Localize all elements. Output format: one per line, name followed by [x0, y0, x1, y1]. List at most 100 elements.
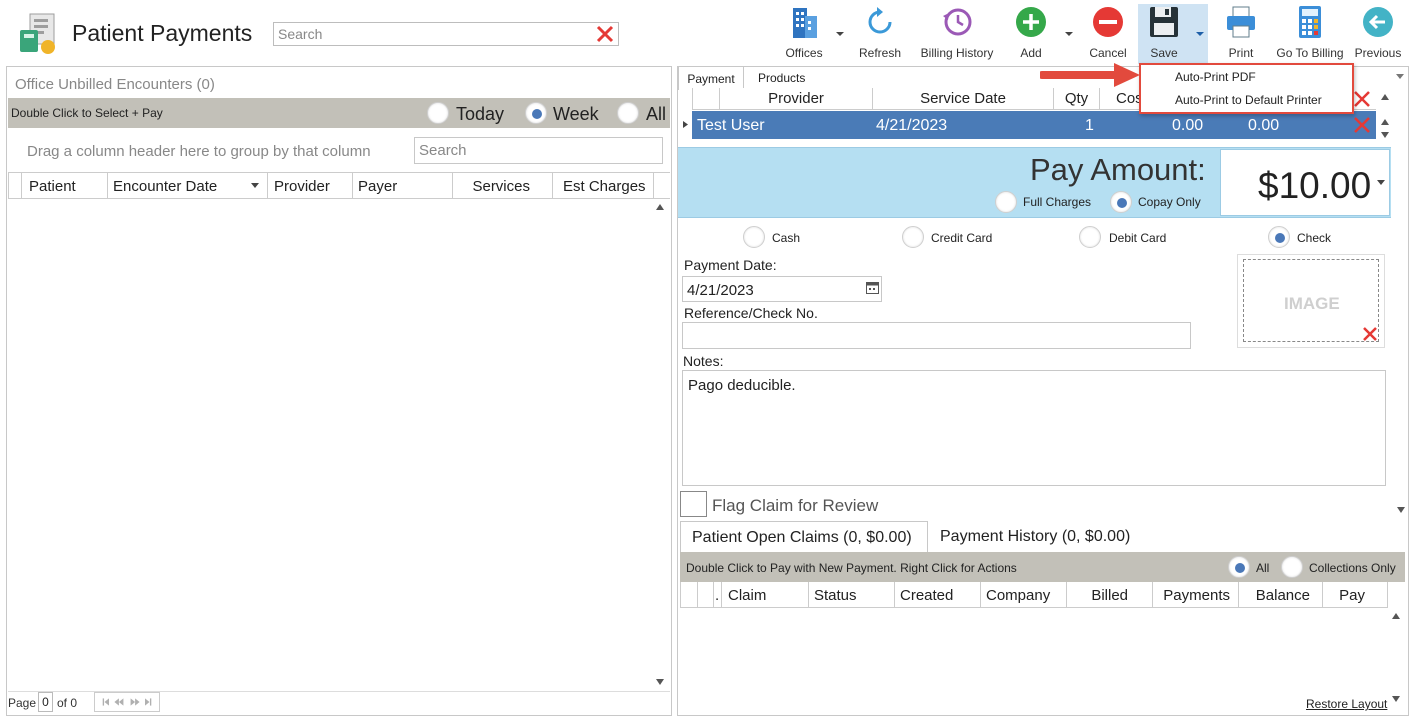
claims-scrollbar[interactable] — [1388, 608, 1404, 708]
column-provider[interactable]: Provider — [267, 173, 352, 198]
delete-row-icon[interactable] — [1353, 116, 1371, 134]
check-image-placeholder: IMAGE — [1284, 294, 1340, 313]
filter-all-radio[interactable] — [617, 102, 639, 124]
scroll-down-icon[interactable] — [1381, 119, 1389, 125]
reference-check-field[interactable] — [682, 322, 1191, 349]
copay-only-radio[interactable] — [1110, 191, 1132, 213]
flag-claim-label: Flag Claim for Review — [712, 496, 879, 515]
refresh-label: Refresh — [858, 46, 902, 60]
delete-row-header-icon[interactable] — [1353, 90, 1371, 108]
scroll-up-icon[interactable] — [656, 204, 664, 210]
method-debit-card-radio[interactable] — [1079, 226, 1101, 248]
filter-week-radio[interactable] — [525, 102, 547, 124]
save-dropdown-icon[interactable] — [1195, 31, 1205, 37]
column-balance[interactable]: Balance — [1238, 582, 1322, 607]
clear-search-icon[interactable] — [595, 24, 615, 44]
column-created[interactable]: Created — [894, 582, 980, 607]
column-services[interactable]: Services — [452, 173, 552, 198]
scroll-up-icon[interactable] — [1392, 613, 1400, 619]
encounters-search[interactable] — [414, 137, 663, 164]
pager-total-label: of 0 — [57, 696, 78, 710]
menu-item-auto-print-pdf[interactable]: Auto-Print PDF — [1175, 70, 1256, 84]
column-est-charges[interactable]: Est Charges — [552, 173, 654, 198]
back-arrow-icon — [1363, 7, 1393, 37]
claims-all-radio[interactable] — [1228, 556, 1250, 578]
previous-label: Previous — [1354, 46, 1402, 60]
column-pay[interactable]: Pay — [1322, 582, 1388, 607]
payment-form-scrollbar[interactable] — [1393, 218, 1409, 518]
print-button[interactable]: Print — [1221, 4, 1261, 62]
pager-navigation-icon[interactable] — [94, 692, 160, 712]
scroll-down-icon[interactable] — [1392, 696, 1400, 702]
product-qty: 1 — [1085, 117, 1094, 134]
save-label: Save — [1150, 46, 1178, 60]
column-qty[interactable]: Qty — [1053, 88, 1099, 109]
filter-week-label: Week — [553, 104, 599, 124]
menu-item-auto-print-default-printer[interactable]: Auto-Print to Default Printer — [1175, 93, 1322, 107]
claims-collections-radio[interactable] — [1281, 556, 1303, 578]
billing-history-label: Billing History — [920, 46, 994, 60]
header-search-input[interactable] — [274, 23, 584, 45]
column-payments[interactable]: Payments — [1152, 582, 1238, 607]
patient-payments-app-icon — [20, 13, 55, 54]
unbilled-encounters-title: Office Unbilled Encounters (0) — [15, 76, 215, 93]
filter-today-radio[interactable] — [427, 102, 449, 124]
scroll-down-icon[interactable] — [1381, 132, 1389, 138]
group-by-hint: Drag a column header here to group by th… — [27, 143, 371, 160]
offices-dropdown-icon[interactable] — [835, 31, 845, 37]
tab-patient-open-claims[interactable]: Patient Open Claims (0, $0.00) — [680, 521, 928, 552]
column-patient[interactable]: Patient — [21, 173, 107, 198]
column-claim[interactable]: Claim — [721, 582, 808, 607]
refresh-button[interactable]: Refresh — [858, 4, 902, 62]
product-service-date: 4/21/2023 — [876, 117, 948, 134]
billing-history-button[interactable]: Billing History — [916, 4, 998, 62]
column-encounter-date[interactable]: Encounter Date — [107, 173, 267, 198]
add-button[interactable]: Add — [1012, 4, 1050, 62]
cancel-label: Cancel — [1089, 46, 1127, 60]
cancel-button[interactable]: Cancel — [1086, 4, 1130, 62]
column-billed[interactable]: Billed — [1066, 582, 1152, 607]
encounters-scrollbar[interactable] — [652, 199, 669, 690]
tab-payment[interactable]: Payment — [678, 66, 744, 90]
header-search[interactable] — [273, 22, 619, 46]
flag-claim-checkbox[interactable] — [680, 491, 707, 517]
scroll-up-icon[interactable] — [1381, 94, 1389, 100]
method-credit-card-radio[interactable] — [902, 226, 924, 248]
column-dot[interactable]: . — [713, 582, 721, 607]
column-payer[interactable]: Payer — [352, 173, 452, 198]
scroll-down-icon[interactable] — [1397, 507, 1405, 513]
pager-page-label: Page — [8, 696, 37, 710]
pay-amount-dropdown-icon[interactable] — [1377, 180, 1385, 185]
method-check-radio[interactable] — [1268, 226, 1290, 248]
clear-image-icon[interactable] — [1362, 326, 1378, 342]
tab-products[interactable]: Products — [758, 71, 805, 85]
save-button[interactable]: Save — [1144, 4, 1184, 62]
sort-desc-icon — [251, 183, 259, 188]
previous-button[interactable]: Previous — [1354, 4, 1402, 62]
products-scrollbar[interactable] — [1377, 88, 1393, 142]
column-provider[interactable]: Provider — [719, 88, 872, 109]
payment-date-value: 4/21/2023 — [687, 282, 754, 299]
tab-payment-history[interactable]: Payment History (0, $0.00) — [940, 528, 1130, 546]
product-row[interactable]: Test User 4/21/2023 1 0.00 0.00 — [692, 111, 1376, 139]
tabs-overflow-icon[interactable] — [1396, 74, 1404, 79]
go-to-billing-button[interactable]: Go To Billing — [1272, 4, 1348, 62]
column-status[interactable]: Status — [808, 582, 894, 607]
claims-all-label: All — [1256, 561, 1270, 575]
calendar-icon[interactable] — [866, 281, 879, 294]
column-cost[interactable]: Cost — [1099, 88, 1139, 109]
pager-page-input[interactable]: 0 — [38, 692, 53, 712]
method-cash-radio[interactable] — [743, 226, 765, 248]
restore-layout-link[interactable]: Restore Layout — [1306, 697, 1387, 711]
filter-all-label: All — [646, 104, 667, 124]
full-charges-radio[interactable] — [995, 191, 1017, 213]
column-service-date[interactable]: Service Date — [872, 88, 1053, 109]
column-encounter-date-label: Encounter Date — [113, 178, 218, 195]
column-company[interactable]: Company — [980, 582, 1066, 607]
scroll-down-icon[interactable] — [656, 679, 664, 685]
encounters-bar-hint: Double Click to Select + Pay — [11, 106, 163, 120]
add-dropdown-icon[interactable] — [1064, 31, 1074, 37]
encounters-search-input[interactable] — [415, 138, 662, 163]
offices-button[interactable]: Offices — [780, 4, 828, 62]
payment-date-label: Payment Date: — [684, 257, 777, 273]
